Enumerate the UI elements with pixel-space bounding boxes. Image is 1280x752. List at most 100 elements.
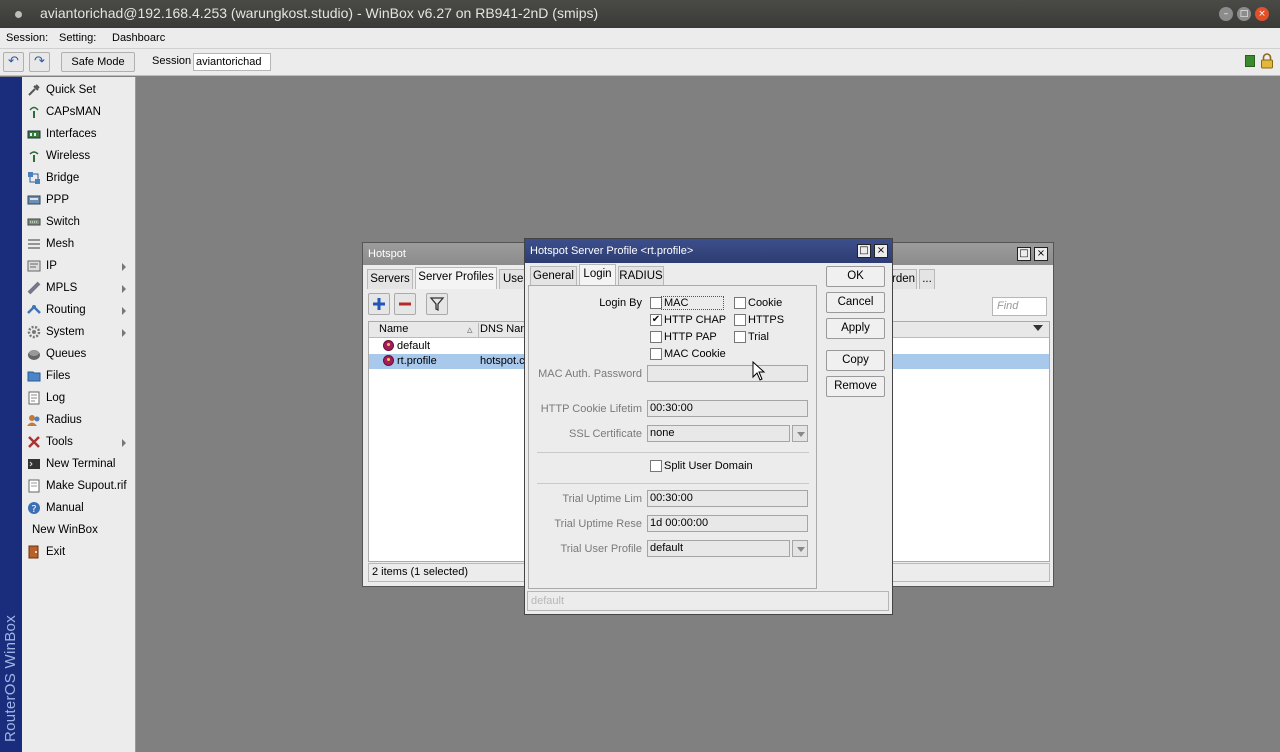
mpls-icon [27,281,41,295]
maximize-button[interactable]: □ [1237,7,1251,21]
menu-dashboard[interactable]: Dashboarc [112,32,165,44]
sidebar-item-queues[interactable]: Queues [22,343,135,365]
hotspot-close-button[interactable]: × [1034,247,1048,261]
sidebar-item-label: PPP [46,194,70,206]
bridge-icon [28,172,40,184]
sidebar-item-make-supout[interactable]: Make Supout.rif [22,475,135,497]
session-field[interactable]: aviantorichad [193,53,271,71]
sidebar-item-mesh[interactable]: Mesh [22,233,135,255]
sidebar-item-routing[interactable]: Routing [22,299,135,321]
mac-cookie-checkbox[interactable] [650,348,662,360]
https-label[interactable]: HTTPS [748,314,784,326]
ssl-certificate-select[interactable]: none [647,425,790,442]
sidebar-item-files[interactable]: Files [22,365,135,387]
apply-button[interactable]: Apply [826,318,885,339]
undo-button[interactable]: ↶ [3,52,24,72]
sidebar-item-label: IP [46,260,57,272]
split-user-domain-label[interactable]: Split User Domain [664,460,753,472]
copy-button[interactable]: Copy [826,350,885,371]
connection-indicator-icon [1245,55,1255,67]
sidebar-item-mpls[interactable]: MPLS [22,277,135,299]
close-button[interactable]: × [1255,7,1269,21]
sidebar-item-ppp[interactable]: PPP [22,189,135,211]
submenu-arrow-icon [122,285,126,293]
remove-profile-button[interactable]: Remove [826,376,885,397]
sidebar-item-radius[interactable]: Radius [22,409,135,431]
trial-uptime-reset-field[interactable]: 1d 00:00:00 [647,515,808,532]
tab-server-profiles[interactable]: Server Profiles [415,267,497,289]
sidebar-item-new-winbox[interactable]: New WinBox [22,519,135,541]
add-button[interactable] [368,293,390,315]
profile-titlebar[interactable]: Hotspot Server Profile <rt.profile> □ × [525,239,892,263]
sidebar-item-switch[interactable]: Switch [22,211,135,233]
trial-profile-dropdown-icon[interactable] [792,540,808,557]
sidebar-item-label: Tools [46,436,73,448]
ssl-dropdown-icon[interactable] [792,425,808,442]
column-header-name[interactable]: Name [379,323,408,335]
brand-strip: RouterOS WinBox [0,77,22,752]
safe-mode-button[interactable]: Safe Mode [61,52,135,72]
filter-button[interactable] [426,293,448,315]
tab-users[interactable]: User [499,269,527,289]
sidebar-item-exit[interactable]: Exit [22,541,135,563]
mac-auth-password-label: MAC Auth. Password [538,368,642,380]
window-titlebar: aviantorichad@192.168.4.253 (warungkost.… [0,0,1280,28]
sidebar-item-new-terminal[interactable]: New Terminal [22,453,135,475]
tab-more[interactable]: ... [919,269,935,289]
column-chooser-icon[interactable] [1033,325,1043,331]
row-name: default [397,340,431,352]
hotspot-maximize-button[interactable]: □ [1017,247,1031,261]
sidebar-item-wireless[interactable]: Wireless [22,145,135,167]
mac-auth-password-field[interactable] [647,365,808,382]
http-pap-checkbox[interactable] [650,331,662,343]
profile-maximize-button[interactable]: □ [857,244,871,258]
sidebar-item-interfaces[interactable]: Interfaces [22,123,135,145]
cookie-lifetime-field[interactable]: 00:30:00 [647,400,808,417]
tab-login[interactable]: Login [579,264,616,286]
mac-label[interactable]: MAC [661,296,724,310]
http-pap-label[interactable]: HTTP PAP [664,331,717,343]
sidebar-item-ip[interactable]: IP [22,255,135,277]
cookie-label[interactable]: Cookie [748,297,782,309]
sidebar-item-system[interactable]: System [22,321,135,343]
minimize-button[interactable]: – [1219,7,1233,21]
http-chap-label[interactable]: HTTP CHAP [664,314,726,326]
profile-close-button[interactable]: × [874,244,888,258]
tab-radius[interactable]: RADIUS [618,266,664,286]
window-menu-icon[interactable] [15,11,22,18]
sidebar-item-tools[interactable]: Tools [22,431,135,453]
sidebar-item-label: Quick Set [46,84,96,96]
sidebar-item-label: Files [46,370,71,382]
tab-servers[interactable]: Servers [367,269,413,289]
menu-settings[interactable]: Setting: [59,32,96,44]
row-name: rt.profile [397,355,437,367]
trial-user-profile-select[interactable]: default [647,540,790,557]
tab-walled-garden[interactable]: rden [890,269,917,289]
redo-button[interactable]: ↷ [29,52,50,72]
sidebar-item-log[interactable]: Log [22,387,135,409]
column-header-dns-name[interactable]: DNS Nam [480,323,530,335]
trial-checkbox[interactable] [734,331,746,343]
cancel-button[interactable]: Cancel [826,292,885,313]
trial-label[interactable]: Trial [748,331,769,343]
https-checkbox[interactable] [734,314,746,326]
sidebar-item-capsman[interactable]: CAPsMAN [22,101,135,123]
svg-text:?: ? [31,504,36,515]
interfaces-icon [27,130,41,139]
menu-session[interactable]: Session: [6,32,48,44]
sidebar: Quick Set CAPsMAN Interfaces Wireless Br… [22,77,136,752]
mac-cookie-label[interactable]: MAC Cookie [664,348,726,360]
tab-general[interactable]: General [530,266,577,286]
split-user-domain-checkbox[interactable] [650,460,662,472]
sidebar-item-label: Manual [46,502,84,514]
sidebar-item-manual[interactable]: ? Manual [22,497,135,519]
trial-uptime-limit-field[interactable]: 00:30:00 [647,490,808,507]
find-input[interactable]: Find [992,297,1047,316]
ok-button[interactable]: OK [826,266,885,287]
files-icon [27,371,41,382]
cookie-checkbox[interactable] [734,297,746,309]
http-chap-checkbox[interactable]: ✔ [650,314,662,326]
sidebar-item-quick-set[interactable]: Quick Set [22,79,135,101]
sidebar-item-bridge[interactable]: Bridge [22,167,135,189]
remove-button[interactable] [394,293,416,315]
